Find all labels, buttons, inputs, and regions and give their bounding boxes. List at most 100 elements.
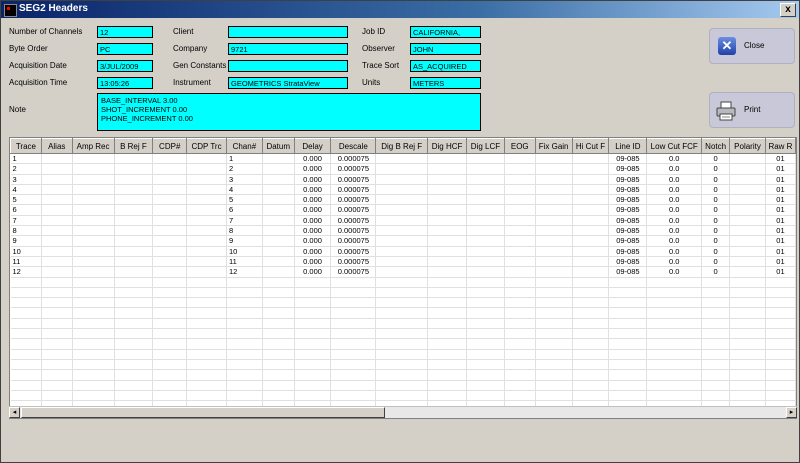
column-header[interactable]: Dig LCF [466,138,505,154]
table-cell[interactable]: 0.000 [294,184,332,196]
table-cell[interactable] [41,369,73,381]
table-cell[interactable] [572,215,610,227]
table-cell[interactable] [608,297,648,309]
table-cell[interactable] [535,163,573,175]
table-cell[interactable] [466,225,505,237]
table-cell[interactable] [646,349,703,360]
table-cell[interactable] [330,328,377,340]
table-cell[interactable] [535,338,573,350]
observer-field[interactable]: JOHN [410,43,481,55]
table-cell[interactable] [427,287,467,299]
table-cell[interactable] [262,277,295,288]
table-cell[interactable] [186,369,227,381]
table-cell[interactable] [41,153,73,165]
table-cell[interactable] [504,359,536,371]
table-cell[interactable] [226,359,263,371]
table-cell[interactable] [186,338,227,350]
table-cell[interactable] [226,380,263,391]
table-cell[interactable] [72,194,115,206]
table-cell[interactable] [504,369,536,381]
table-row[interactable] [10,380,796,391]
table-cell[interactable] [72,204,115,216]
table-cell[interactable] [294,338,332,350]
table-cell[interactable]: 1 [10,153,42,165]
table-cell[interactable] [10,359,42,371]
table-cell[interactable] [466,349,505,360]
table-cell[interactable] [330,390,377,402]
table-cell[interactable] [114,390,154,402]
table-cell[interactable] [375,307,429,319]
column-header[interactable]: Line ID [608,138,648,154]
table-cell[interactable] [504,328,536,340]
table-cell[interactable]: 6 [226,204,263,216]
print-button[interactable]: Print [709,92,795,128]
table-cell[interactable] [572,338,610,350]
table-cell[interactable] [375,266,429,278]
table-cell[interactable] [330,287,377,299]
table-cell[interactable] [535,369,573,381]
table-row[interactable]: 1 1 0.000 0.000075 09-085 0.0 0 01 [10,153,796,165]
table-cell[interactable] [466,287,505,299]
table-cell[interactable] [375,318,429,330]
table-cell[interactable] [608,318,648,330]
table-cell[interactable] [72,390,115,402]
table-cell[interactable] [262,338,295,350]
title-bar[interactable]: SEG2 Headers x [1,1,799,18]
table-cell[interactable]: 0.000075 [330,246,377,257]
table-row[interactable]: 3 3 0.000 0.000075 09-085 0.0 0 01 [10,174,796,185]
table-cell[interactable] [608,287,648,299]
table-cell[interactable] [427,153,467,165]
table-cell[interactable] [262,204,295,216]
table-cell[interactable] [729,287,766,299]
table-cell[interactable] [294,287,332,299]
table-cell[interactable] [114,328,154,340]
table-cell[interactable] [152,194,188,206]
table-cell[interactable]: 0.000 [294,246,332,257]
table-cell[interactable] [10,277,42,288]
table-cell[interactable] [72,184,115,196]
table-cell[interactable] [152,349,188,360]
table-cell[interactable] [375,163,429,175]
table-cell[interactable]: 01 [765,194,796,206]
table-row[interactable] [10,359,796,371]
table-cell[interactable] [535,380,573,391]
table-cell[interactable] [262,359,295,371]
table-cell[interactable] [114,297,154,309]
table-cell[interactable] [262,194,295,206]
acquisition-time-field[interactable]: 13:05:26 [97,77,153,89]
table-cell[interactable] [535,318,573,330]
table-cell[interactable] [701,380,731,391]
table-cell[interactable] [152,163,188,175]
table-cell[interactable] [186,287,227,299]
table-cell[interactable] [262,184,295,196]
table-cell[interactable] [504,277,536,288]
table-cell[interactable]: 09-085 [608,184,648,196]
table-cell[interactable] [466,380,505,391]
table-cell[interactable] [41,277,73,288]
table-cell[interactable] [41,287,73,299]
table-cell[interactable] [466,174,505,185]
table-cell[interactable] [226,390,263,402]
table-cell[interactable]: 01 [765,204,796,216]
table-cell[interactable] [466,184,505,196]
table-cell[interactable] [41,359,73,371]
table-cell[interactable]: 01 [765,174,796,185]
column-header[interactable]: EOG [503,138,536,154]
table-cell[interactable] [186,359,227,371]
table-cell[interactable] [427,318,467,330]
table-cell[interactable]: 3 [10,174,42,185]
table-cell[interactable] [186,174,227,185]
table-cell[interactable] [72,297,115,309]
table-row[interactable] [10,307,796,319]
table-cell[interactable] [535,328,573,340]
table-row[interactable]: 8 8 0.000 0.000075 09-085 0.0 0 01 [10,225,796,237]
table-cell[interactable] [729,338,766,350]
column-header[interactable]: Alias [40,138,73,154]
table-cell[interactable] [114,246,154,257]
table-cell[interactable] [701,338,731,350]
table-cell[interactable] [504,215,536,227]
table-cell[interactable] [41,235,73,247]
table-cell[interactable] [646,328,703,340]
table-cell[interactable]: 01 [765,215,796,227]
table-cell[interactable] [330,349,377,360]
